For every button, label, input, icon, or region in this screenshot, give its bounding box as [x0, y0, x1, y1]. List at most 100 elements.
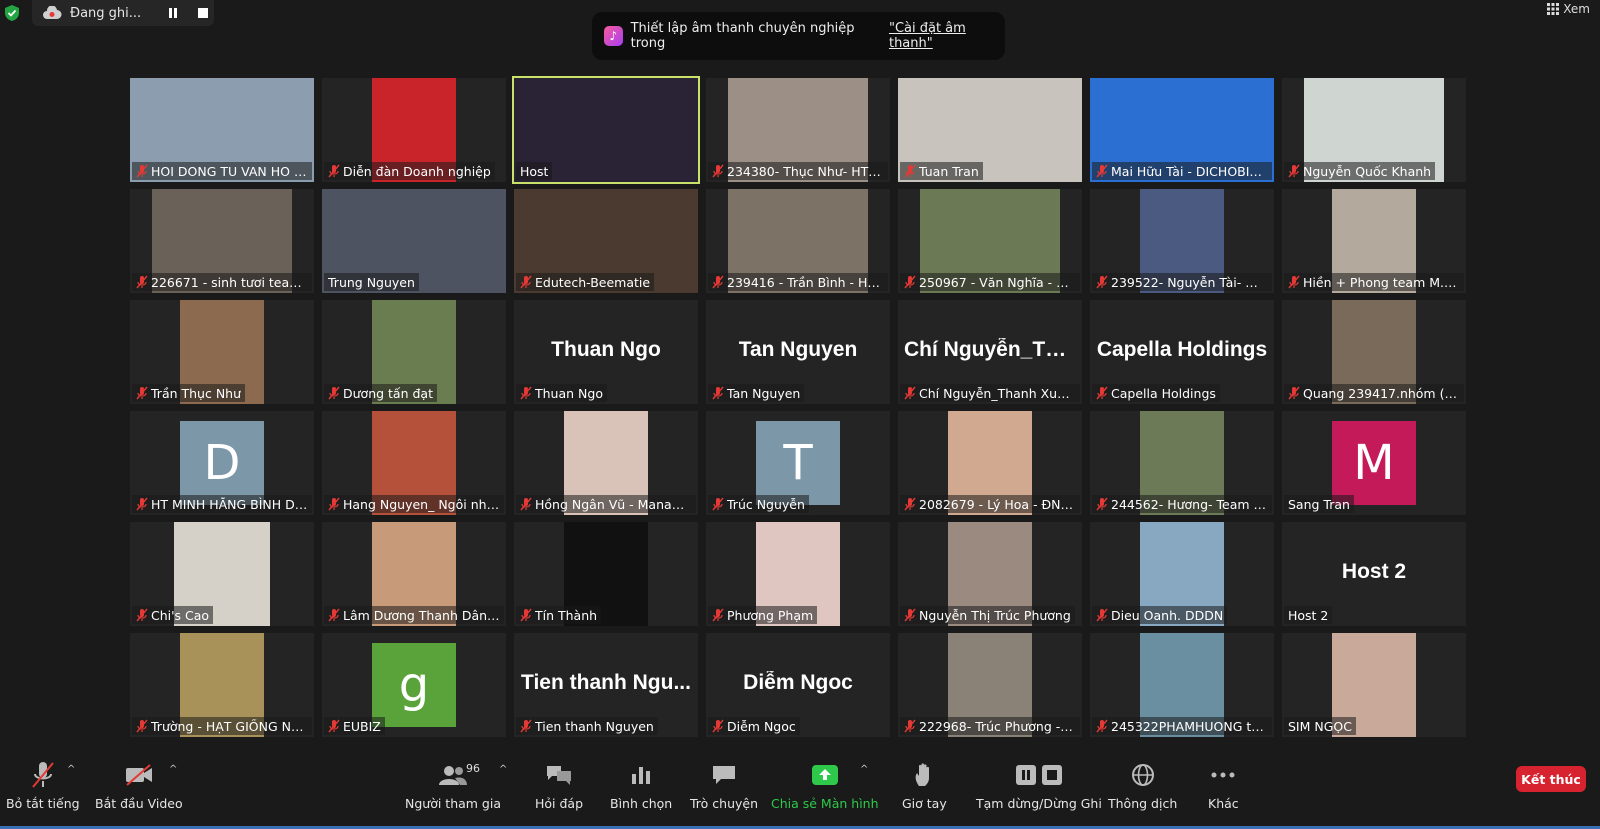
chat-icon [713, 766, 735, 784]
participant-tile[interactable]: Hiền + Phong team M.Hả... [1282, 189, 1466, 293]
mic-muted-icon [712, 164, 724, 178]
participant-tile[interactable]: Trường - HẠT GIỐNG NẢY M... [130, 633, 314, 737]
participant-nameplate: HOI DONG TU VAN HO T... [132, 162, 312, 180]
participant-tile[interactable]: Hang Nguyen_ Ngôi nhà ... [322, 411, 506, 515]
participant-display-name: Tien thanh Ngu... [521, 671, 691, 695]
participant-nameplate: Tín Thành [516, 606, 602, 624]
stop-icon [198, 8, 208, 18]
participant-name: Host [520, 163, 549, 179]
participant-tile[interactable]: 226671 - sinh tươi team ... [130, 189, 314, 293]
view-button[interactable]: Xem [1547, 2, 1590, 16]
participant-tile[interactable]: 234380- Thục Như- HT M... [706, 78, 890, 182]
mic-muted-icon [712, 386, 724, 400]
participant-name: HOI DONG TU VAN HO T... [151, 163, 308, 179]
security-shield-icon[interactable] [4, 4, 20, 22]
participant-tile[interactable]: Tien thanh Ngu... Tien thanh Nguyen [514, 633, 698, 737]
participant-nameplate: Host 2 [1284, 606, 1333, 624]
participant-tile[interactable]: Nguyễn Thị Trúc Phương [898, 522, 1082, 626]
participant-tile[interactable]: 239416 - Trần Bình - HT T... [706, 189, 890, 293]
participant-tile[interactable]: Phương Phạm [706, 522, 890, 626]
poll-button[interactable]: Bình chọn [610, 758, 672, 811]
participant-tile[interactable]: Thuan Ngo Thuan Ngo [514, 300, 698, 404]
mic-muted-icon [1096, 719, 1108, 733]
participant-tile[interactable]: M Sang Tran [1282, 411, 1466, 515]
participant-tile[interactable]: 222968- Trúc Phương -M... [898, 633, 1082, 737]
participant-tile[interactable]: Diễn đàn Doanh nghiệp [322, 78, 506, 182]
participant-tile[interactable]: SIM NGỌC [1282, 633, 1466, 737]
video-options-chevron-icon[interactable]: ^ [169, 764, 177, 775]
participant-nameplate: Trường - HẠT GIỐNG NẢY M... [132, 717, 312, 735]
more-dots-icon [1211, 772, 1235, 778]
participant-name: Chí Nguyễn_Thanh Xuân-... [919, 385, 1076, 401]
participant-avatar: D [180, 421, 264, 505]
participants-button[interactable]: Người tham gia [405, 758, 501, 811]
participant-tile[interactable]: Diễm Ngoc Diễm Ngoc [706, 633, 890, 737]
participant-name: 245322PHAMHUONG te... [1111, 718, 1268, 734]
participant-name: Thuan Ngo [535, 385, 603, 401]
participant-name: 239416 - Trần Bình - HT T... [727, 274, 884, 290]
participant-nameplate: 226671 - sinh tươi team ... [132, 273, 312, 291]
participant-tile[interactable]: Dương tấn đạt [322, 300, 506, 404]
participant-tile[interactable]: Lâm Dương Thanh Dân- ... [322, 522, 506, 626]
recording-label: Đang ghi... [70, 5, 142, 21]
participant-name: Tuan Tran [919, 163, 979, 179]
participant-tile[interactable]: Capella Holdings Capella Holdings [1090, 300, 1274, 404]
participants-label: Người tham gia [405, 796, 502, 811]
mic-muted-icon [1096, 497, 1108, 511]
pause-stop-recording-button[interactable]: Tạm dừng/Dừng Ghi [976, 758, 1102, 811]
participant-tile[interactable]: Quang 239417.nhóm (M... [1282, 300, 1466, 404]
mic-muted-icon [712, 275, 724, 289]
participant-tile[interactable]: Host [512, 76, 700, 184]
interpretation-button[interactable]: Thông dịch [1108, 758, 1177, 811]
participant-name: 239522- Nguyễn Tài- MH... [1111, 274, 1268, 290]
music-note-icon: ♪ [604, 26, 623, 46]
share-options-chevron-icon[interactable]: ^ [860, 764, 868, 775]
chat-button[interactable]: Trò chuyện [690, 758, 758, 811]
participant-nameplate: Chí Nguyễn_Thanh Xuân-... [900, 384, 1080, 402]
participant-nameplate: Diễm Ngoc [708, 717, 800, 735]
mic-muted-icon [1096, 164, 1108, 178]
participant-tile[interactable]: 239522- Nguyễn Tài- MH... [1090, 189, 1274, 293]
participant-tile[interactable]: 2082679 - Lý Hoa - ĐN H... [898, 411, 1082, 515]
participant-name: 222968- Trúc Phương -M... [919, 718, 1076, 734]
audio-settings-link[interactable]: "Cài đặt âm thanh" [889, 21, 1005, 51]
participant-tile[interactable]: Host 2 Host 2 [1282, 522, 1466, 626]
participant-name: Tín Thành [535, 607, 598, 623]
participant-tile[interactable]: D HT MINH HẰNG BÌNH DƯ... [130, 411, 314, 515]
end-meeting-button[interactable]: Kết thúc [1516, 766, 1586, 792]
participant-tile[interactable]: Chi's Cao [130, 522, 314, 626]
raise-hand-button[interactable]: Giơ tay [902, 758, 947, 811]
participant-tile[interactable]: Dieu Oanh. DDDN [1090, 522, 1274, 626]
participant-tile[interactable]: Nguyễn Quốc Khanh [1282, 78, 1466, 182]
participant-tile[interactable]: Trần Thục Như [130, 300, 314, 404]
audio-options-chevron-icon[interactable]: ^ [67, 764, 75, 775]
stop-recording-button[interactable] [192, 3, 214, 23]
qa-button[interactable]: Hỏi đáp [535, 758, 583, 811]
pause-recording-button[interactable] [162, 3, 184, 23]
mic-muted-icon [904, 275, 916, 289]
participant-name: Sang Tran [1288, 496, 1350, 512]
participant-tile[interactable]: Chí Nguyễn_Tha... Chí Nguyễn_Thanh Xuân-.… [898, 300, 1082, 404]
participant-tile[interactable]: 245322PHAMHUONG te... [1090, 633, 1274, 737]
participant-tile[interactable]: Tuan Tran [898, 78, 1082, 182]
mic-muted-icon [1288, 164, 1300, 178]
participants-options-chevron-icon[interactable]: ^ [499, 764, 507, 775]
participant-tile[interactable]: 250967 - Văn Nghĩa - HT ... [898, 189, 1082, 293]
participant-name: Trần Thục Như [151, 385, 242, 401]
participant-tile[interactable]: HOI DONG TU VAN HO T... [130, 78, 314, 182]
participant-tile[interactable]: T Trúc Nguyễn [706, 411, 890, 515]
participant-tile[interactable]: Mai Hữu Tài - DICHOBIET... [1090, 78, 1274, 182]
more-button[interactable]: Khác [1208, 758, 1239, 811]
mic-muted-icon [904, 497, 916, 511]
mic-muted-icon [712, 497, 724, 511]
mic-muted-icon [1096, 275, 1108, 289]
participant-name: HT MINH HẰNG BÌNH DƯ... [151, 496, 308, 512]
participant-tile[interactable]: Tan Nguyen Tan Nguyen [706, 300, 890, 404]
participant-tile[interactable]: Hồng Ngân Vũ - Manang... [514, 411, 698, 515]
participant-tile[interactable]: g EUBIZ [322, 633, 506, 737]
participant-tile[interactable]: Trung Nguyen [322, 189, 506, 293]
participant-tile[interactable]: Tín Thành [514, 522, 698, 626]
mic-muted-icon [136, 719, 148, 733]
participant-tile[interactable]: Edutech-Beematie [514, 189, 698, 293]
participant-tile[interactable]: 244562- Hương- Team M... [1090, 411, 1274, 515]
